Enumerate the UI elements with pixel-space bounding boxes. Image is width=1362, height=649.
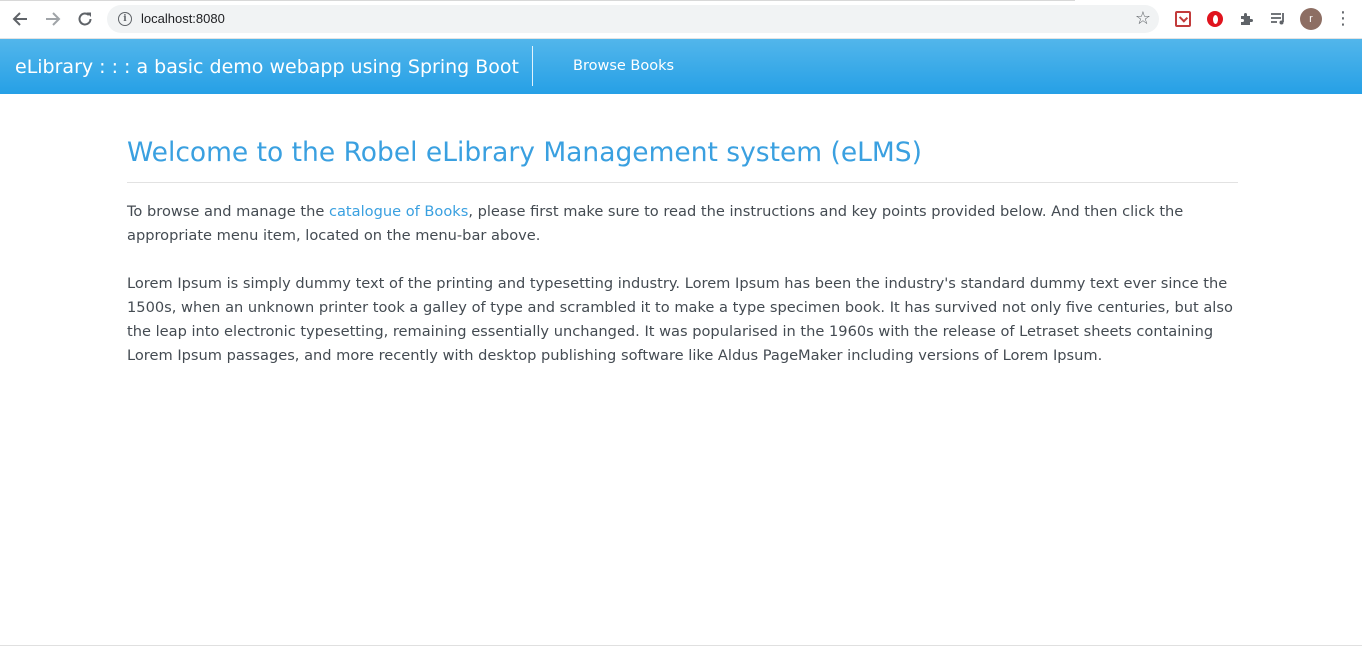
catalogue-link[interactable]: catalogue of Books xyxy=(329,203,468,220)
tab-strip-edge xyxy=(0,0,1075,1)
window-bottom-edge xyxy=(0,645,1362,646)
info-icon[interactable]: i xyxy=(118,12,132,26)
back-button[interactable] xyxy=(8,7,32,31)
forward-button[interactable] xyxy=(41,7,65,31)
intro-paragraph: To browse and manage the catalogue of Bo… xyxy=(127,200,1238,248)
navbar-divider xyxy=(532,46,533,86)
lorem-paragraph: Lorem Ipsum is simply dummy text of the … xyxy=(127,275,1233,364)
puzzle-icon xyxy=(1241,13,1253,25)
navbar-brand[interactable]: eLibrary : : : a basic demo webapp using… xyxy=(15,56,519,78)
app-navbar: eLibrary : : : a basic demo webapp using… xyxy=(0,39,1362,94)
address-bar[interactable]: i localhost:8080 ☆ xyxy=(107,5,1159,33)
extensions-button[interactable] xyxy=(1236,8,1258,30)
bookmark-star-icon[interactable]: ☆ xyxy=(1135,8,1151,29)
main-content: Welcome to the Robel eLibrary Management… xyxy=(127,136,1238,368)
opera-extension-button[interactable] xyxy=(1204,8,1226,30)
pocket-icon xyxy=(1175,11,1191,27)
pocket-extension-button[interactable] xyxy=(1172,8,1194,30)
page-title: Welcome to the Robel eLibrary Management… xyxy=(127,137,922,168)
nav-link-browse-books[interactable]: Browse Books xyxy=(573,58,674,74)
arrow-left-icon xyxy=(12,12,27,26)
arrow-right-icon xyxy=(46,12,61,26)
browser-toolbar: i localhost:8080 ☆ r ⋮ xyxy=(0,0,1362,39)
media-queue-icon xyxy=(1270,13,1284,25)
opera-icon xyxy=(1207,11,1223,27)
url-text[interactable]: localhost:8080 xyxy=(141,11,225,26)
reload-icon xyxy=(78,12,92,26)
reload-button[interactable] xyxy=(73,7,97,31)
profile-avatar[interactable]: r xyxy=(1300,8,1322,30)
title-divider xyxy=(127,182,1238,183)
browser-menu-icon[interactable]: ⋮ xyxy=(1334,8,1352,30)
intro-text-before: To browse and manage the xyxy=(127,203,329,220)
reading-list-button[interactable] xyxy=(1267,8,1289,30)
